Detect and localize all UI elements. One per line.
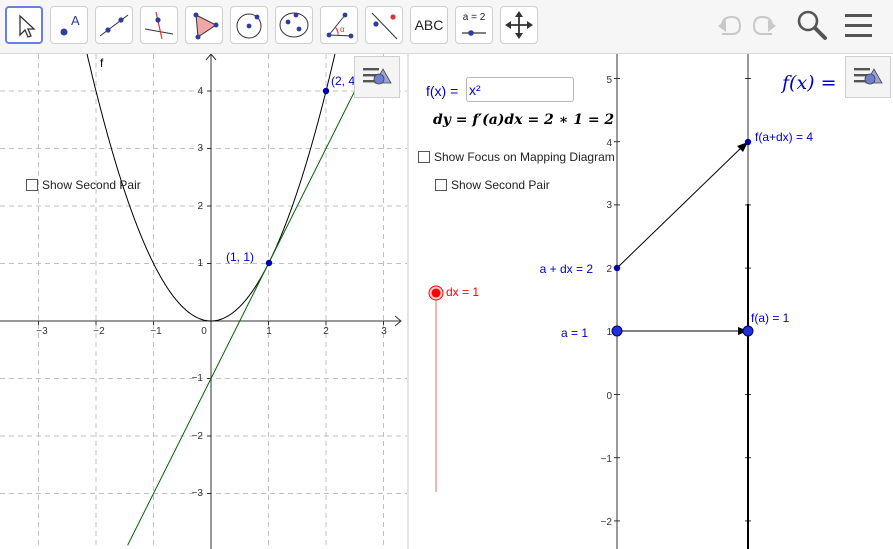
label-f-a-plus-dx: f(a+dx) = 4	[755, 130, 813, 144]
polygon-icon	[193, 12, 219, 40]
tick-label-neg1: −1	[601, 454, 613, 465]
tick-label-2: 2	[606, 264, 612, 275]
style-bar-toggle-left[interactable]	[354, 56, 400, 98]
point-a-plus-dx[interactable]	[613, 264, 621, 272]
svg-text:A: A	[71, 13, 80, 28]
reflect-about-line-icon	[371, 12, 398, 40]
point-a[interactable]	[611, 325, 623, 337]
tick-label-x-neg1: −1	[150, 326, 162, 337]
point-1-1-label: (1, 1)	[226, 250, 254, 264]
checkbox-label: Show Second Pair	[42, 178, 141, 192]
line-tool[interactable]	[95, 6, 133, 44]
tick-label-x-neg3: −3	[36, 326, 48, 337]
tick-label-y-neg3: −3	[192, 488, 204, 499]
point-f-a[interactable]	[742, 325, 754, 337]
mapping-diagram-canvas[interactable]: 5 4 3 2 1 0 −1 −2 dx = 1 a + dx = 2 a = …	[409, 54, 893, 549]
fx-input-value: x²	[469, 82, 481, 98]
show-second-pair-checkbox-left[interactable]: Show Second Pair	[26, 178, 141, 192]
style-bar-icon	[363, 68, 392, 85]
differential-formula: dy = f′(a)dx = 2 ∗ 1 = 2	[433, 112, 614, 128]
point-icon: A	[60, 13, 80, 36]
arrow-cursor-icon	[19, 14, 36, 38]
tick-label-y-neg2: −2	[192, 431, 204, 442]
tick-label-4: 4	[606, 138, 612, 149]
tick-label-y-3: 3	[197, 143, 203, 154]
line-through-points-icon	[99, 14, 129, 37]
tick-label-5: 5	[606, 75, 612, 86]
checkbox-label: Show Second Pair	[451, 178, 550, 192]
tick-label-0: 0	[606, 391, 612, 402]
show-second-pair-checkbox-right[interactable]: Show Second Pair	[435, 178, 550, 192]
tick-labels: −3 −2 −1 0 1 2 3 4 3 2 1 −1 −2 −3	[36, 86, 387, 499]
move-view-icon	[505, 11, 533, 39]
dx-slider-label: dx = 1	[446, 285, 479, 299]
graphics-view-1[interactable]: −3 −2 −1 0 1 2 3 4 3 2 1 −1 −2 −3 f (1, …	[0, 54, 407, 549]
dx-slider-handle[interactable]	[431, 288, 441, 298]
tick-label-x-1: 1	[266, 326, 272, 337]
graphics-view-2[interactable]: 5 4 3 2 1 0 −1 −2 dx = 1 a + dx = 2 a = …	[409, 54, 893, 549]
move-graphics-view-tool[interactable]	[500, 6, 538, 44]
svg-text:α: α	[340, 25, 345, 34]
tick-label-origin: 0	[201, 326, 207, 337]
conic-tool[interactable]	[275, 6, 313, 44]
checkbox-box[interactable]	[435, 179, 447, 191]
arrow-adx-to-fadx	[616, 146, 743, 269]
toolbar: A α ABC a = 2	[0, 0, 893, 54]
slider-tool[interactable]: a = 2	[455, 6, 493, 44]
tick-label-y-2: 2	[197, 201, 203, 212]
tick-label-1: 1	[606, 327, 612, 338]
angle-tool[interactable]: α	[320, 6, 358, 44]
text-tool[interactable]: ABC	[410, 6, 448, 44]
checkbox-label: Show Focus on Mapping Diagram	[434, 150, 615, 164]
angle-icon: α	[326, 12, 354, 39]
polygon-tool[interactable]	[185, 6, 223, 44]
circle-tool[interactable]	[230, 6, 268, 44]
point-2-4[interactable]	[322, 87, 330, 95]
label-a-plus-dx: a + dx = 2	[540, 262, 594, 276]
search-icon[interactable]	[795, 8, 829, 42]
label-a: a = 1	[561, 326, 588, 340]
label-f-a: f(a) = 1	[751, 311, 790, 325]
tick-label-y-4: 4	[197, 86, 203, 97]
tick-label-3: 3	[606, 200, 612, 211]
slider-icon	[462, 30, 486, 36]
checkbox-box[interactable]	[26, 179, 38, 191]
grid-lines	[0, 54, 407, 549]
undo-icon[interactable]	[712, 8, 746, 42]
corner-formula-fx: f(x) =	[780, 72, 837, 94]
tick-label-x-3: 3	[381, 326, 387, 337]
show-focus-checkbox[interactable]: Show Focus on Mapping Diagram	[418, 150, 615, 164]
menu-icon[interactable]	[842, 8, 876, 42]
tick-label-x-2: 2	[323, 326, 329, 337]
fx-input-field[interactable]: x²	[466, 77, 574, 102]
tangent-line[interactable]	[127, 79, 361, 546]
point-f-a-plus-dx[interactable]	[744, 138, 752, 146]
tick-label-x-neg2: −2	[93, 326, 105, 337]
perpendicular-line-icon	[144, 11, 174, 40]
move-tool[interactable]	[5, 6, 43, 44]
curve-label-f: f	[100, 56, 104, 70]
tick-label-neg2: −2	[601, 517, 613, 528]
text-tool-label: ABC	[414, 17, 444, 33]
style-bar-icon	[854, 68, 883, 85]
graphics-canvas-1[interactable]: −3 −2 −1 0 1 2 3 4 3 2 1 −1 −2 −3 f (1, …	[0, 54, 407, 549]
point-1-1[interactable]	[265, 259, 273, 267]
redo-icon[interactable]	[748, 8, 782, 42]
reflect-tool[interactable]	[365, 6, 403, 44]
tick-label-y-neg1: −1	[192, 373, 204, 384]
ellipse-icon	[279, 12, 309, 38]
input-label-fx: f(x) =	[426, 83, 459, 99]
circle-center-point-icon	[236, 13, 262, 39]
perpendicular-tool[interactable]	[140, 6, 178, 44]
axes	[0, 54, 402, 549]
tick-label-y-1: 1	[197, 258, 203, 269]
checkbox-box[interactable]	[418, 151, 430, 163]
mapping-axis-ticks	[614, 78, 751, 522]
point-tool[interactable]: A	[50, 6, 88, 44]
style-bar-toggle-right[interactable]	[845, 56, 891, 98]
